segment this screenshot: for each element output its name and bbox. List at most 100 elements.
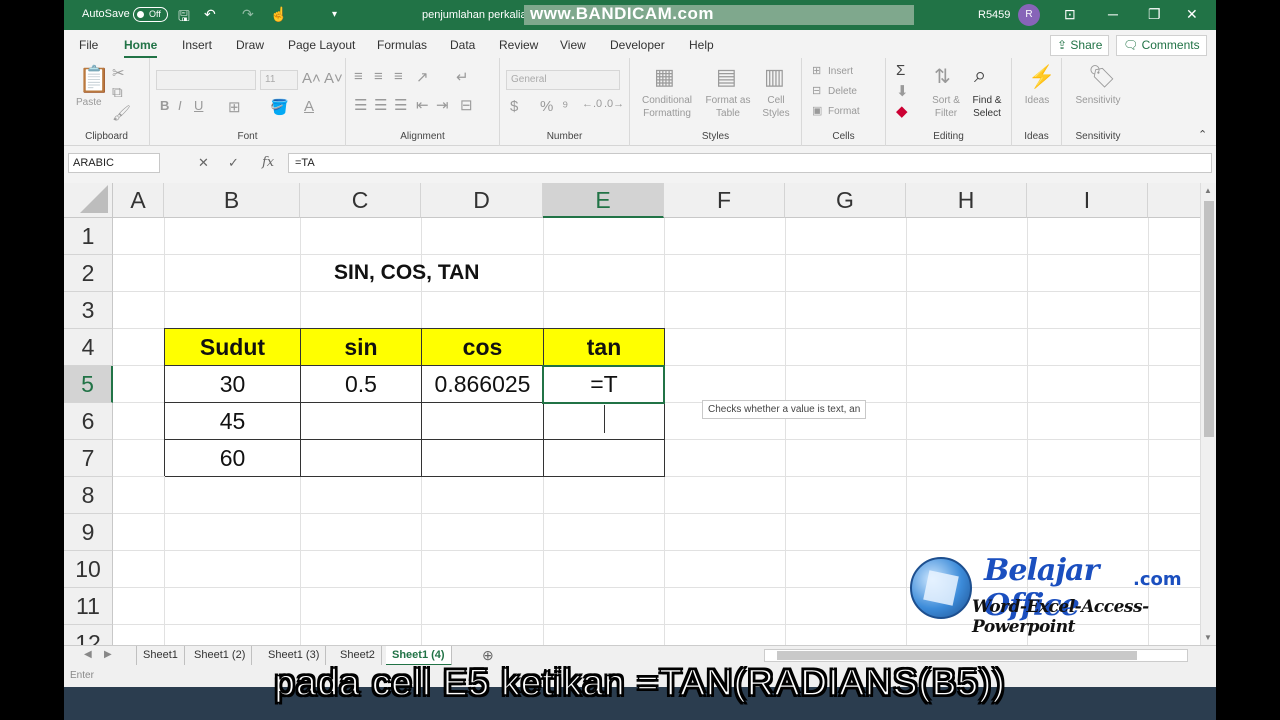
row-header-1[interactable]: 1 [64, 218, 113, 255]
touch-mode-icon[interactable]: ☝ [270, 6, 287, 23]
cell-d7[interactable] [422, 440, 544, 477]
cell-styles-icon[interactable]: ▥ [764, 64, 785, 90]
tab-view[interactable]: View [560, 38, 586, 52]
align-center-icon[interactable]: ☰ [374, 96, 387, 114]
column-header-j[interactable] [1148, 183, 1200, 218]
conditional-formatting-label[interactable]: Conditional Formatting [634, 94, 700, 120]
horizontal-scrollbar[interactable] [764, 649, 1188, 662]
cancel-entry-icon[interactable]: ✕ [198, 155, 209, 171]
header-sudut[interactable]: Sudut [165, 329, 301, 366]
find-select-label[interactable]: Find & Select [966, 94, 1008, 120]
tab-review[interactable]: Review [499, 38, 538, 52]
row-header-3[interactable]: 3 [64, 292, 113, 329]
sort-filter-icon[interactable]: ⇅ [934, 64, 951, 89]
prev-sheet-icon[interactable]: ◀ [84, 649, 92, 660]
cut-icon[interactable]: ✂ [112, 64, 125, 82]
insert-function-icon[interactable]: fx [262, 155, 274, 170]
column-header-h[interactable]: H [906, 183, 1027, 218]
undo-icon[interactable]: ↶ [204, 6, 216, 23]
clear-icon[interactable]: ◆ [896, 102, 908, 120]
insert-cells-icon[interactable]: ⊞ [812, 64, 821, 77]
cell-e7[interactable] [544, 440, 665, 477]
row-header-4[interactable]: 4 [64, 329, 113, 366]
sort-filter-label[interactable]: Sort & Filter [926, 94, 966, 120]
cell-d5[interactable]: 0.866025 [422, 366, 544, 403]
column-header-f[interactable]: F [664, 183, 785, 218]
format-as-table-icon[interactable]: ▤ [716, 64, 737, 90]
column-header-e[interactable]: E [543, 183, 664, 218]
font-color-icon[interactable]: A [304, 98, 314, 115]
bold-icon[interactable]: B [160, 98, 169, 113]
tab-data[interactable]: Data [450, 38, 475, 52]
column-header-b[interactable]: B [164, 183, 300, 218]
italic-icon[interactable]: I [178, 98, 182, 113]
delete-cells-icon[interactable]: ⊟ [812, 84, 821, 97]
align-bottom-icon[interactable]: ≡ [394, 68, 403, 85]
conditional-formatting-icon[interactable]: ▦ [654, 64, 675, 90]
increase-decimal-icon[interactable]: ←.0 [582, 98, 602, 110]
tab-draw[interactable]: Draw [236, 38, 264, 52]
row-header-5[interactable]: 5 [64, 366, 113, 403]
tab-help[interactable]: Help [689, 38, 714, 52]
header-cos[interactable]: cos [422, 329, 544, 366]
confirm-entry-icon[interactable]: ✓ [228, 155, 239, 171]
ribbon-display-icon[interactable]: ⊡ [1064, 6, 1076, 23]
autosum-icon[interactable]: Σ [896, 62, 905, 79]
column-header-d[interactable]: D [421, 183, 543, 218]
ideas-label[interactable]: Ideas [1022, 94, 1052, 107]
column-header-a[interactable]: A [113, 183, 164, 218]
align-middle-icon[interactable]: ≡ [374, 68, 383, 85]
row-header-2[interactable]: 2 [64, 255, 113, 292]
row-header-7[interactable]: 7 [64, 440, 113, 477]
merge-center-icon[interactable]: ⊟ [460, 96, 473, 114]
row-header-10[interactable]: 10 [64, 551, 113, 588]
minimize-icon[interactable]: ─ [1108, 6, 1118, 22]
scroll-down-icon[interactable]: ▼ [1204, 633, 1212, 642]
decrease-decimal-icon[interactable]: .0→ [604, 98, 624, 110]
comments-button[interactable]: 🗨 Comments [1116, 35, 1207, 56]
share-button[interactable]: ⇪ Share [1050, 35, 1110, 56]
column-header-g[interactable]: G [785, 183, 906, 218]
tab-formulas[interactable]: Formulas [377, 38, 427, 52]
copy-icon[interactable]: ⧉ [112, 84, 123, 101]
increase-font-icon[interactable]: A˄ [302, 70, 321, 87]
format-as-table-label[interactable]: Format as Table [700, 94, 756, 120]
cell-c7[interactable] [301, 440, 422, 477]
qat-customize-icon[interactable]: ▾ [332, 9, 337, 20]
font-name-input[interactable] [156, 70, 256, 90]
cell-styles-label[interactable]: Cell Styles [756, 94, 796, 120]
sensitivity-icon[interactable]: 🏷 [1088, 64, 1116, 90]
worksheet-grid[interactable]: A B C D E F G H I 1 2 3 4 5 6 7 8 9 10 1… [64, 183, 1200, 645]
autosave-toggle[interactable]: Off [133, 7, 168, 22]
percent-icon[interactable]: % [540, 98, 553, 115]
next-sheet-icon[interactable]: ▶ [104, 649, 112, 660]
scroll-up-icon[interactable]: ▲ [1204, 186, 1212, 195]
fill-icon[interactable]: ⬇ [896, 82, 909, 100]
format-painter-icon[interactable]: 🖌 [112, 104, 131, 122]
collapse-ribbon-icon[interactable]: ⌃ [1198, 128, 1207, 141]
orientation-icon[interactable]: ↗ [416, 68, 429, 86]
align-left-icon[interactable]: ☰ [354, 96, 367, 114]
align-top-icon[interactable]: ≡ [354, 68, 363, 85]
restore-icon[interactable]: ❐ [1148, 6, 1161, 23]
format-cells-label[interactable]: Format [828, 105, 860, 118]
formula-input[interactable]: =TA [288, 153, 1212, 173]
cell-c5[interactable]: 0.5 [301, 366, 422, 403]
font-size-input[interactable]: 11 [260, 70, 298, 90]
name-box[interactable]: ARABIC [68, 153, 160, 173]
row-header-11[interactable]: 11 [64, 588, 113, 625]
indent-decrease-icon[interactable]: ⇤ [416, 96, 429, 114]
column-header-c[interactable]: C [300, 183, 421, 218]
ideas-icon[interactable]: ⚡ [1028, 64, 1055, 90]
tab-file[interactable]: File [79, 38, 98, 52]
header-tan[interactable]: tan [544, 329, 665, 366]
format-cells-icon[interactable]: ▣ [812, 104, 822, 117]
redo-icon[interactable]: ↷ [242, 6, 254, 23]
tab-home[interactable]: Home [124, 38, 158, 58]
column-header-i[interactable]: I [1027, 183, 1148, 218]
align-right-icon[interactable]: ☰ [394, 96, 407, 114]
wrap-text-icon[interactable]: ↵ [456, 68, 469, 86]
underline-icon[interactable]: U [194, 98, 203, 113]
find-select-icon[interactable]: ⌕ [974, 62, 986, 88]
vertical-scrollbar[interactable]: ▲ ▼ [1200, 183, 1216, 645]
